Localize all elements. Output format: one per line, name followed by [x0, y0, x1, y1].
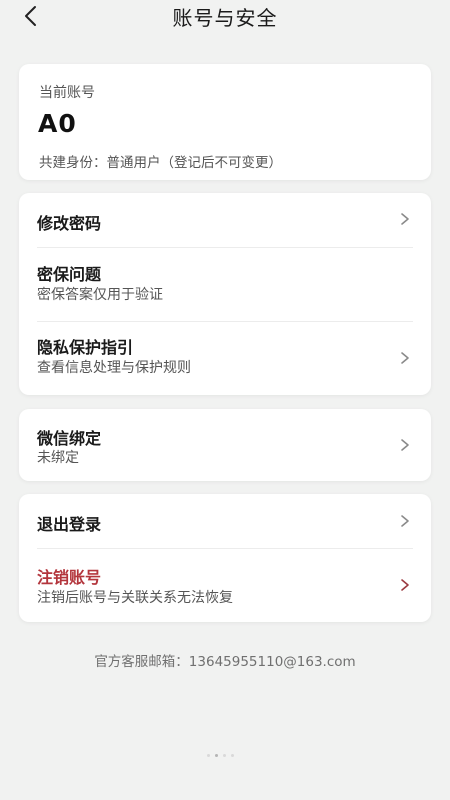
- chevron-right-icon: [401, 579, 409, 591]
- account-label: 当前账号: [39, 85, 95, 101]
- delete-account-item[interactable]: 注销账号 注销后账号与关联关系无法恢复: [19, 549, 431, 622]
- chevron-right-icon: [401, 515, 409, 527]
- chevron-right-icon: [401, 352, 409, 364]
- wechat-binding-item[interactable]: 微信绑定 未绑定: [19, 409, 431, 481]
- page-dot: [231, 754, 234, 757]
- delete-account-subtitle: 注销后账号与关联关系无法恢复: [37, 590, 233, 606]
- security-question-item[interactable]: 密保问题 密保答案仅用于验证: [19, 248, 431, 321]
- page-indicator: [207, 754, 234, 757]
- change-password-item[interactable]: 修改密码: [19, 193, 431, 247]
- header-bar: 账号与安全: [0, 0, 450, 30]
- account-role: 共建身份：普通用户（登记后不可变更）: [39, 155, 282, 171]
- wechat-binding-status: 未绑定: [37, 450, 79, 466]
- logout-item[interactable]: 退出登录: [19, 494, 431, 548]
- security-card: 修改密码 密保问题 密保答案仅用于验证 隐私保护指引 查看信息处理与保护规则: [19, 193, 431, 395]
- security-question-subtitle: 密保答案仅用于验证: [37, 287, 163, 303]
- privacy-guide-subtitle: 查看信息处理与保护规则: [37, 360, 191, 376]
- change-password-label: 修改密码: [37, 214, 102, 233]
- security-question-label: 密保问题: [37, 265, 102, 284]
- account-id: A0: [38, 109, 77, 138]
- page-dot-active: [215, 754, 218, 757]
- privacy-guide-item[interactable]: 隐私保护指引 查看信息处理与保护规则: [19, 322, 431, 395]
- wechat-card: 微信绑定 未绑定: [19, 409, 431, 481]
- support-email: 官方客服邮箱：13645955110@163.com: [94, 654, 356, 670]
- privacy-guide-label: 隐私保护指引: [37, 338, 134, 357]
- chevron-right-icon: [401, 439, 409, 451]
- account-card: 当前账号 A0 共建身份：普通用户（登记后不可变更）: [19, 64, 431, 180]
- page-dot: [207, 754, 210, 757]
- session-card: 退出登录 注销账号 注销后账号与关联关系无法恢复: [19, 494, 431, 622]
- account-id-mask: [89, 108, 121, 142]
- delete-account-label: 注销账号: [37, 568, 102, 587]
- wechat-binding-label: 微信绑定: [37, 429, 102, 448]
- page-title: 账号与安全: [172, 6, 278, 30]
- chevron-right-icon: [401, 213, 409, 225]
- page-dot: [223, 754, 226, 757]
- logout-label: 退出登录: [37, 515, 102, 534]
